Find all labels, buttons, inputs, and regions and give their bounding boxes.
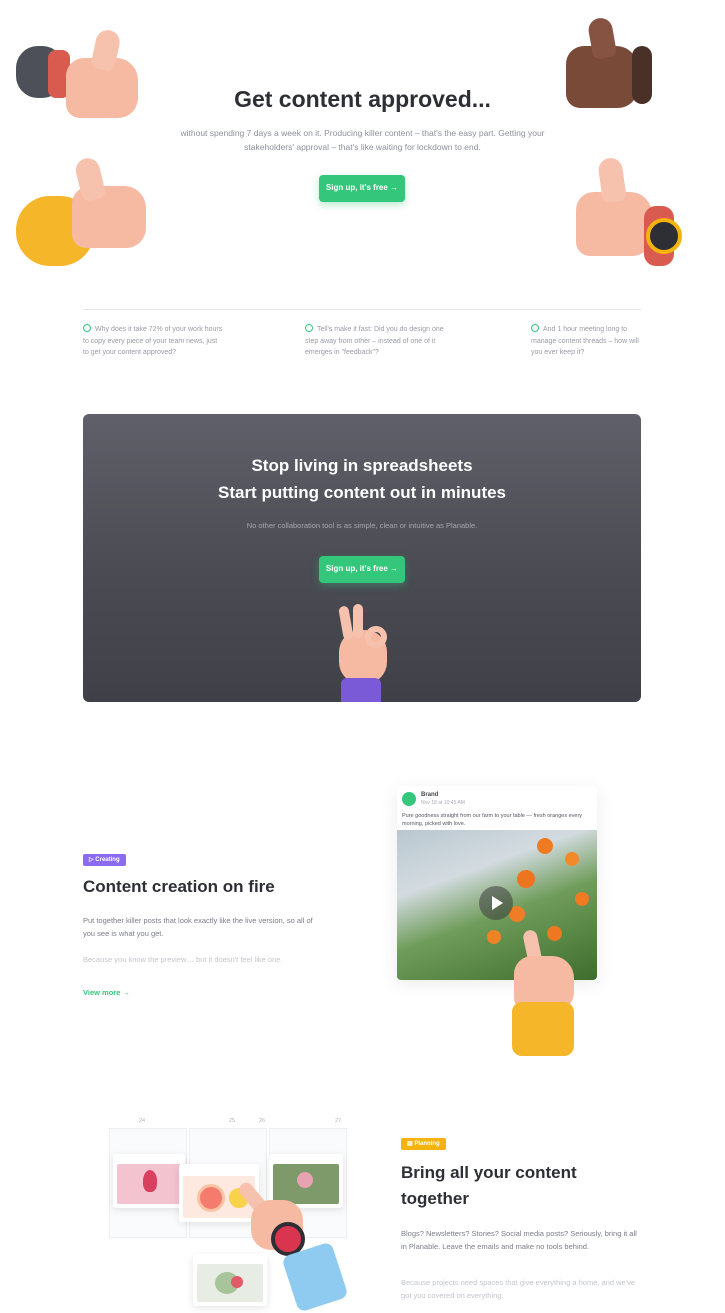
calendar-day-label: 27 <box>335 1118 342 1124</box>
calendar-day-label: 24 <box>139 1118 146 1124</box>
faq-text: Tell's make it fast: Did you do design o… <box>305 326 444 356</box>
check-circle-icon <box>83 324 91 332</box>
check-circle-icon <box>531 324 539 332</box>
cta-heading-line-1: Stop living in spreadsheets <box>251 456 473 475</box>
faq-item: And 1 hour meeting long to manage conten… <box>531 324 643 359</box>
hero-subtitle: without spending 7 days a week on it. Pr… <box>180 128 545 152</box>
faq-item: Why does it take 72% of your work hours … <box>83 324 223 359</box>
signup-button[interactable]: Sign up, it's free → <box>319 556 405 583</box>
feature-description-muted: Because you know the preview… but it doe… <box>83 955 283 964</box>
post-text: Pure goodness straight from our farm to … <box>402 813 583 827</box>
content-calendar-preview: 24 25 26 27 <box>109 1118 349 1313</box>
thumbs-up-hand-illustration <box>16 155 146 268</box>
signup-button[interactable]: Sign up, it's free → <box>319 175 405 202</box>
thumbs-up-hand-illustration <box>570 156 690 270</box>
avatar <box>402 792 416 806</box>
post-author: Brand <box>421 792 439 798</box>
feature-description-muted: Because projects need spaces that give e… <box>401 1278 636 1300</box>
cta-subtitle: No other collaboration tool is as simple… <box>246 521 478 530</box>
check-circle-icon <box>305 324 313 332</box>
calendar-post-card[interactable] <box>113 1154 185 1208</box>
feature-description: Blogs? Newsletters? Stories? Social medi… <box>401 1229 637 1251</box>
faq-text: And 1 hour meeting long to manage conten… <box>531 326 639 356</box>
section-divider <box>84 309 641 310</box>
feature-description: Put together killer posts that look exac… <box>83 916 313 938</box>
view-more-link[interactable]: View more → <box>83 988 130 997</box>
play-icon[interactable] <box>479 886 513 920</box>
ok-hand-illustration <box>333 604 393 702</box>
post-date: Nov 18 at 10:45 AM <box>421 800 465 806</box>
planning-badge: ▤ Planning <box>401 1138 446 1150</box>
faq-item: Tell's make it fast: Did you do design o… <box>305 324 445 359</box>
calendar-day-label: 25 <box>229 1118 236 1124</box>
faq-text: Why does it take 72% of your work hours … <box>83 326 223 356</box>
feature-title: Content creation on fire <box>83 877 275 896</box>
cta-banner: Stop living in spreadsheets Start puttin… <box>83 414 641 702</box>
hero-title: Get content approved... <box>234 86 491 112</box>
feature-title: Bring all your content together <box>401 1163 577 1208</box>
creating-badge: ▷ Creating <box>83 854 126 866</box>
pointing-hand-illustration <box>508 928 580 1058</box>
hand-with-watch-illustration <box>236 1178 349 1313</box>
calendar-day-label: 26 <box>259 1118 266 1124</box>
cta-heading-line-2: Start putting content out in minutes <box>217 483 507 502</box>
